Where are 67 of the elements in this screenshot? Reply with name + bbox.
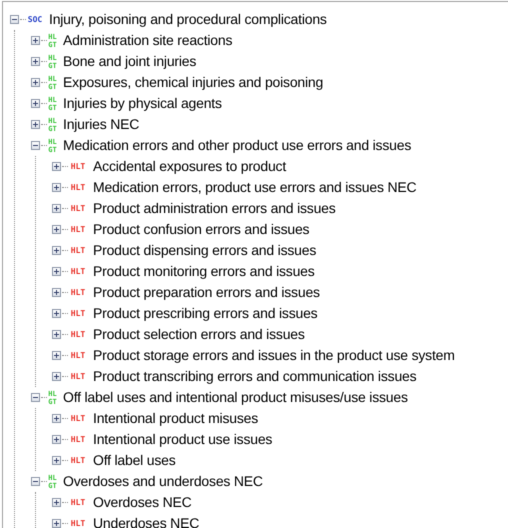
expand-button[interactable] [52,351,61,360]
collapse-button[interactable] [31,141,40,150]
hlt-level-label: HLT [70,162,86,170]
expand-button[interactable] [52,204,61,213]
hlt-level-label: HLT [70,372,86,380]
soc-level-label: SOC [26,16,44,24]
tree-item-label[interactable]: Product dispensing errors and issues [93,240,316,261]
tree-item-label[interactable]: Medication errors, product use errors and issues NEC [93,177,416,198]
tree-item-label[interactable]: Off label uses [93,450,176,471]
expand-button[interactable] [52,246,61,255]
collapse-button[interactable] [31,393,40,402]
expand-button[interactable] [52,414,61,423]
tree-item-label[interactable]: Injuries by physical agents [63,93,222,114]
tree-item-label[interactable]: Product storage errors and issues in the product use system [93,345,455,366]
hlt-level-label: HLT [70,268,86,276]
hlt-level-label: HLT [70,184,86,192]
hlt-level-label: HLT [70,246,86,254]
hlt-level-label: HLT [70,226,86,234]
hlt-level-label: HLT [70,436,86,444]
tree-item-label[interactable]: Administration site reactions [63,30,232,51]
expand-button[interactable] [52,498,61,507]
hlt-level-label: HLT [70,456,86,464]
expand-button[interactable] [52,330,61,339]
expand-button[interactable] [31,36,40,45]
tree-item-label[interactable]: Injury, poisoning and procedural complications [49,9,327,30]
expand-button[interactable] [52,309,61,318]
expand-button[interactable] [52,288,61,297]
hlt-level-label: HLT [70,414,86,422]
tree-item-label[interactable]: Injuries NEC [63,114,140,135]
expand-button[interactable] [31,120,40,129]
expand-button[interactable] [31,99,40,108]
tree-item-label[interactable]: Underdoses NEC [93,513,200,528]
tree-item-label[interactable]: Product prescribing errors and issues [93,303,318,324]
tree-item-label[interactable]: Accidental exposures to product [93,156,286,177]
tree-item-label[interactable]: Product preparation errors and issues [93,282,320,303]
expand-button[interactable] [52,435,61,444]
hlt-level-label: HLT [70,352,86,360]
expand-button[interactable] [52,519,61,528]
tree-item-label[interactable]: Product transcribing errors and communication issues [93,366,416,387]
tree-item-label[interactable]: Off label uses and intentional product misuses/use issues [63,387,408,408]
hlt-level-label: HLT [70,520,86,528]
tree-item-label[interactable]: Product selection errors and issues [93,324,305,345]
tree-item-label[interactable]: Product administration errors and issues [93,198,336,219]
tree-item-label[interactable]: Overdoses and underdoses NEC [63,471,263,492]
tree-item-label[interactable]: Bone and joint injuries [63,51,196,72]
hlt-level-label: HLT [70,498,86,506]
expand-button[interactable] [52,456,61,465]
expand-button[interactable] [31,78,40,87]
expand-button[interactable] [52,267,61,276]
hlt-level-label: HLT [70,204,86,212]
expand-button[interactable] [52,372,61,381]
collapse-button[interactable] [10,15,19,24]
expand-button[interactable] [52,162,61,171]
tree-item-label[interactable]: Overdoses NEC [93,492,192,513]
expand-button[interactable] [52,225,61,234]
collapse-button[interactable] [31,477,40,486]
tree-item-label[interactable]: Product monitoring errors and issues [93,261,315,282]
tree-item-label[interactable]: Product confusion errors and issues [93,219,310,240]
tree-item-label[interactable]: Medication errors and other product use errors and issues [63,135,412,156]
hlt-level-label: HLT [70,330,86,338]
hlt-level-label: HLT [70,288,86,296]
expand-button[interactable] [52,183,61,192]
tree-item-label[interactable]: Intentional product misuses [93,408,258,429]
hlt-level-label: HLT [70,310,86,318]
expand-button[interactable] [31,57,40,66]
tree-item-label[interactable]: Exposures, chemical injuries and poisoning [63,72,324,93]
tree-item-label[interactable]: Intentional product use issues [93,429,272,450]
